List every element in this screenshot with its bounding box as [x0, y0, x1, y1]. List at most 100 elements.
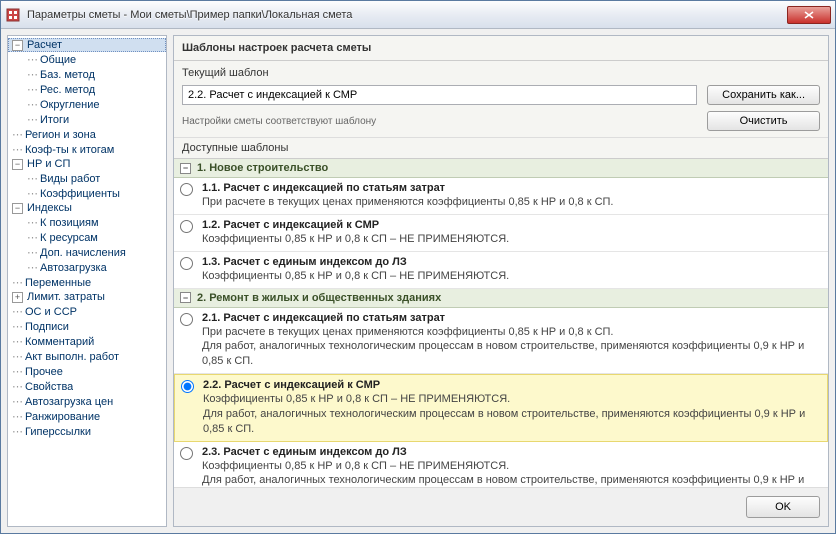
tree-branch-icon: ⋯: [27, 261, 37, 274]
tree-item[interactable]: ⋯Переменные: [8, 275, 166, 290]
clear-button[interactable]: Очистить: [707, 111, 820, 131]
tree-branch-icon: ⋯: [12, 425, 22, 438]
tree-branch-icon: ⋯: [27, 83, 37, 96]
tree-branch-icon: ⋯: [12, 128, 22, 141]
templates-list[interactable]: −1. Новое строительство1.1. Расчет с инд…: [174, 158, 828, 487]
template-row[interactable]: 1.2. Расчет с индексацией к СМРКоэффицие…: [174, 215, 828, 252]
collapse-icon[interactable]: −: [180, 163, 191, 174]
tree-branch-icon: ⋯: [27, 231, 37, 244]
tree-item[interactable]: ⋯Ранжирование: [8, 409, 166, 424]
tree-item-label: Коэф-ты к итогам: [25, 144, 114, 156]
close-button[interactable]: [787, 6, 831, 24]
tree-branch-icon: ⋯: [27, 113, 37, 126]
tree-item[interactable]: +Лимит. затраты: [8, 290, 166, 304]
tree-item[interactable]: ⋯Автозагрузка: [8, 260, 166, 275]
tree-item[interactable]: ⋯Коэффициенты: [8, 186, 166, 201]
template-row[interactable]: 2.1. Расчет с индексацией по статьям зат…: [174, 308, 828, 375]
tree-item-label: Общие: [40, 54, 76, 66]
group-title: 1. Новое строительство: [197, 162, 328, 174]
tree-item-label: Индексы: [27, 202, 72, 214]
template-title: 1.1. Расчет с индексацией по статьям зат…: [202, 182, 822, 194]
tree-branch-icon: ⋯: [12, 395, 22, 408]
tree-item-label: Подписи: [25, 321, 69, 333]
template-row[interactable]: 2.3. Расчет с единым индексом до ЛЗКоэфф…: [174, 442, 828, 487]
tree-branch-icon: ⋯: [12, 365, 22, 378]
tree-item-label: Доп. начисления: [40, 247, 126, 259]
tree-item[interactable]: ⋯Коэф-ты к итогам: [8, 142, 166, 157]
template-title: 2.2. Расчет с индексацией к СМР: [203, 379, 821, 391]
tree-item[interactable]: −НР и СП: [8, 157, 166, 171]
tree-item[interactable]: ⋯ОС и ССР: [8, 304, 166, 319]
tree-item-label: Комментарий: [25, 336, 94, 348]
template-group-header[interactable]: −1. Новое строительство: [174, 159, 828, 178]
tree-item[interactable]: ⋯Виды работ: [8, 171, 166, 186]
tree-branch-icon: ⋯: [12, 305, 22, 318]
tree-item[interactable]: ⋯Общие: [8, 52, 166, 67]
tree-item[interactable]: ⋯Рес. метод: [8, 82, 166, 97]
tree-item-label: Автозагрузка цен: [25, 396, 113, 408]
dialog-body: −Расчет⋯Общие⋯Баз. метод⋯Рес. метод⋯Окру…: [1, 29, 835, 533]
current-template-label: Текущий шаблон: [182, 67, 697, 79]
window-title: Параметры сметы - Мои сметы\Пример папки…: [27, 9, 787, 21]
tree-item-label: Автозагрузка: [40, 262, 107, 274]
current-template-bar: Текущий шаблон Сохранить как... Настройк…: [174, 61, 828, 138]
template-title: 2.3. Расчет с единым индексом до ЛЗ: [202, 446, 822, 458]
ok-button[interactable]: OK: [746, 496, 820, 518]
tree-item[interactable]: ⋯Свойства: [8, 379, 166, 394]
app-icon: [5, 7, 21, 23]
tree-item[interactable]: ⋯Доп. начисления: [8, 245, 166, 260]
save-as-button[interactable]: Сохранить как...: [707, 85, 820, 105]
tree-item[interactable]: ⋯Регион и зона: [8, 127, 166, 142]
tree-item-label: Переменные: [25, 277, 91, 289]
tree-item[interactable]: ⋯Акт выполн. работ: [8, 349, 166, 364]
template-radio[interactable]: [181, 380, 194, 393]
template-row[interactable]: 2.2. Расчет с индексацией к СМРКоэффицие…: [174, 374, 828, 442]
template-desc: При расчете в текущих ценах применяются …: [202, 195, 822, 210]
template-radio[interactable]: [180, 220, 193, 233]
tree-branch-icon: ⋯: [12, 320, 22, 333]
tree-item[interactable]: ⋯К позициям: [8, 215, 166, 230]
tree-branch-icon: ⋯: [12, 143, 22, 156]
tree-item[interactable]: ⋯Баз. метод: [8, 67, 166, 82]
titlebar: Параметры сметы - Мои сметы\Пример папки…: [1, 1, 835, 29]
template-radio[interactable]: [180, 313, 193, 326]
expand-icon[interactable]: +: [12, 292, 23, 303]
template-radio[interactable]: [180, 447, 193, 460]
tree-item[interactable]: ⋯Прочее: [8, 364, 166, 379]
tree-item[interactable]: ⋯Итоги: [8, 112, 166, 127]
tree-branch-icon: ⋯: [27, 172, 37, 185]
nav-tree[interactable]: −Расчет⋯Общие⋯Баз. метод⋯Рес. метод⋯Окру…: [7, 35, 167, 527]
template-radio[interactable]: [180, 257, 193, 270]
tree-item[interactable]: ⋯Автозагрузка цен: [8, 394, 166, 409]
tree-item-label: Округление: [40, 99, 100, 111]
current-template-input[interactable]: [182, 85, 697, 105]
collapse-icon[interactable]: −: [12, 40, 23, 51]
template-title: 1.2. Расчет с индексацией к СМР: [202, 219, 822, 231]
content-pane: Шаблоны настроек расчета сметы Текущий ш…: [173, 35, 829, 527]
collapse-icon[interactable]: −: [12, 159, 23, 170]
tree-item[interactable]: ⋯Гиперссылки: [8, 424, 166, 439]
template-group-header[interactable]: −2. Ремонт в жилых и общественных здания…: [174, 289, 828, 308]
tree-item-label: Баз. метод: [40, 69, 95, 81]
tree-item-label: НР и СП: [27, 158, 70, 170]
tree-item[interactable]: −Расчет: [8, 38, 166, 52]
tree-branch-icon: ⋯: [27, 68, 37, 81]
collapse-icon[interactable]: −: [180, 292, 191, 303]
template-desc: Коэффициенты 0,85 к НР и 0,8 к СП – НЕ П…: [202, 459, 822, 487]
tree-item-label: К ресурсам: [40, 232, 98, 244]
template-row[interactable]: 1.3. Расчет с единым индексом до ЛЗКоэфф…: [174, 252, 828, 289]
tree-item[interactable]: ⋯К ресурсам: [8, 230, 166, 245]
template-row[interactable]: 1.1. Расчет с индексацией по статьям зат…: [174, 178, 828, 215]
collapse-icon[interactable]: −: [12, 203, 23, 214]
tree-item[interactable]: ⋯Комментарий: [8, 334, 166, 349]
available-templates-label: Доступные шаблоны: [174, 138, 828, 158]
tree-item-label: Ранжирование: [25, 411, 100, 423]
tree-item[interactable]: ⋯Подписи: [8, 319, 166, 334]
content-header: Шаблоны настроек расчета сметы: [174, 36, 828, 61]
tree-item-label: Прочее: [25, 366, 63, 378]
tree-item[interactable]: −Индексы: [8, 201, 166, 215]
template-desc: Коэффициенты 0,85 к НР и 0,8 к СП – НЕ П…: [203, 392, 821, 437]
template-radio[interactable]: [180, 183, 193, 196]
tree-item[interactable]: ⋯Округление: [8, 97, 166, 112]
tree-item-label: Гиперссылки: [25, 426, 91, 438]
